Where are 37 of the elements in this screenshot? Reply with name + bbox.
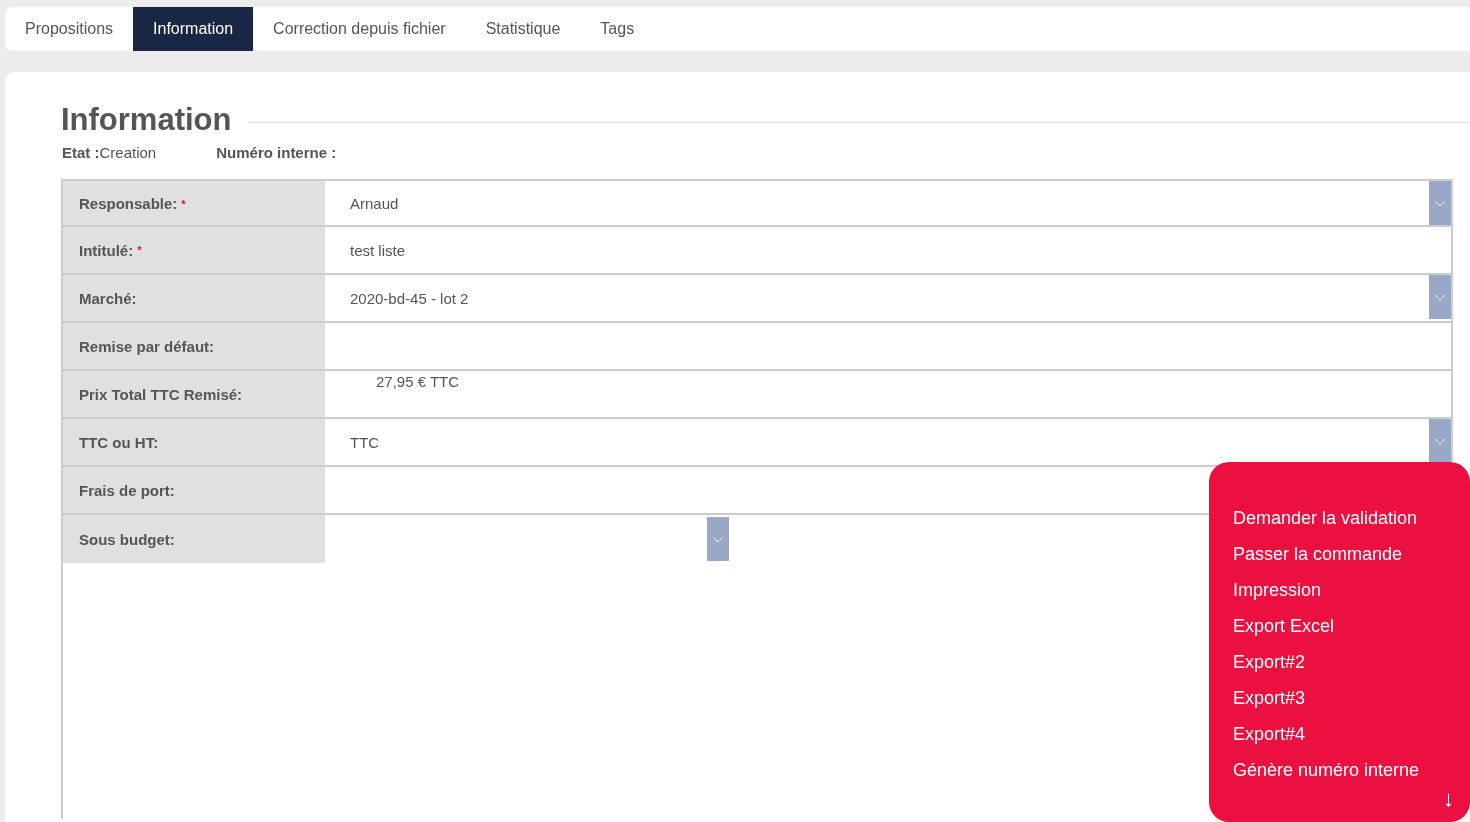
menu-item[interactable]: Passer la commande <box>1233 536 1470 572</box>
menu-item[interactable]: Export#3 <box>1233 680 1470 716</box>
field-label: Intitulé: <box>79 241 134 259</box>
field-label: Remise par défaut: <box>79 337 215 355</box>
chevron-down-icon <box>712 535 724 543</box>
menu-item[interactable]: Impression <box>1233 572 1470 608</box>
select-field[interactable]: 2020-bd-45 - lot 2 <box>350 275 1429 321</box>
chevron-down-icon <box>1434 293 1446 301</box>
field-label: Responsable: <box>79 194 178 212</box>
internal-number-label: Numéro interne : <box>216 144 337 161</box>
state-text: Etat :Creation <box>62 144 157 161</box>
dropdown-button[interactable] <box>1429 275 1451 319</box>
dropdown-button[interactable] <box>707 517 729 561</box>
menu-item[interactable]: Export#4 <box>1233 716 1470 752</box>
menu-item[interactable]: Export#2 <box>1233 644 1470 680</box>
dropdown-button[interactable] <box>1429 419 1451 463</box>
scroll-down-arrow[interactable]: ↓ <box>1443 786 1454 812</box>
tab[interactable]: Propositions <box>5 7 134 51</box>
menu-item[interactable]: Export Excel <box>1233 608 1470 644</box>
field-label: Sous budget: <box>79 530 175 548</box>
tab[interactable]: Information <box>133 7 254 51</box>
menu-item[interactable]: Demander la validation <box>1233 500 1470 536</box>
required-asterisk: * <box>137 244 142 256</box>
field-label: Prix Total TTC Remisé: <box>79 385 243 403</box>
chevron-down-icon <box>1434 437 1446 445</box>
tab[interactable]: Statistique <box>465 7 581 51</box>
menu-item[interactable]: Génère numéro interne <box>1233 752 1470 788</box>
field-label: Marché: <box>79 289 137 307</box>
required-asterisk: * <box>181 198 186 210</box>
field-label: Frais de port: <box>79 481 175 499</box>
field-label: TTC ou HT: <box>79 433 159 451</box>
input-field[interactable]: test liste <box>350 227 1451 273</box>
tab[interactable]: Correction depuis fichier <box>253 7 466 51</box>
select-field[interactable]: TTC <box>350 419 1429 465</box>
price-value: 27,95 € TTC <box>376 373 460 390</box>
tab[interactable]: Tags <box>580 7 655 51</box>
section-title: Information <box>61 102 232 138</box>
